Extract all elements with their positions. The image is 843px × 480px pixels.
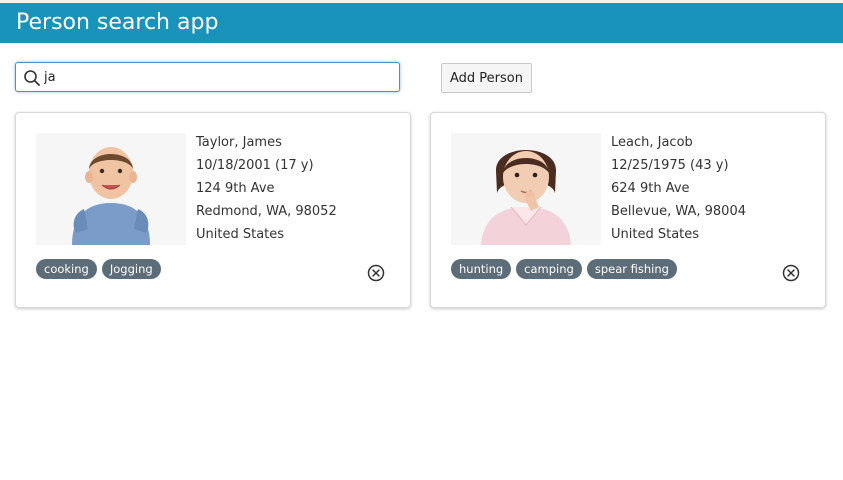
interest-tag: cooking (36, 259, 97, 279)
app-header: Person search app (0, 3, 843, 43)
person-name: Leach, Jacob (611, 135, 693, 150)
person-country: United States (196, 227, 285, 242)
tag-list: cooking Jogging (36, 259, 161, 279)
person-city: Bellevue, WA, 98004 (611, 204, 746, 219)
person-info: Taylor, James 10/18/2001 (17 y) 124 9th … (196, 134, 337, 249)
interest-tag: hunting (451, 259, 512, 279)
interest-tag: Jogging (101, 259, 161, 279)
person-name: Taylor, James (196, 135, 282, 150)
person-dob: 10/18/2001 (17 y) (196, 158, 314, 173)
app-title: Person search app (16, 10, 219, 35)
person-photo (451, 133, 601, 245)
tag-list: hunting camping spear fishing (451, 259, 677, 279)
person-dob: 12/25/1975 (43 y) (611, 158, 729, 173)
remove-person-icon[interactable] (782, 264, 800, 282)
interest-tag: camping (516, 259, 582, 279)
person-city: Redmond, WA, 98052 (196, 204, 337, 219)
person-card: Leach, Jacob 12/25/1975 (43 y) 624 9th A… (430, 112, 826, 308)
interest-tag: spear fishing (586, 259, 677, 279)
search-box[interactable] (15, 62, 400, 92)
person-photo (36, 133, 186, 245)
person-info: Leach, Jacob 12/25/1975 (43 y) 624 9th A… (611, 134, 746, 249)
person-street: 124 9th Ave (196, 181, 275, 196)
add-person-button[interactable]: Add Person (441, 63, 532, 93)
search-icon (24, 70, 40, 86)
remove-person-icon[interactable] (367, 264, 385, 282)
person-country: United States (611, 227, 700, 242)
person-card: Taylor, James 10/18/2001 (17 y) 124 9th … (15, 112, 411, 308)
search-input[interactable] (44, 67, 384, 87)
person-street: 624 9th Ave (611, 181, 690, 196)
